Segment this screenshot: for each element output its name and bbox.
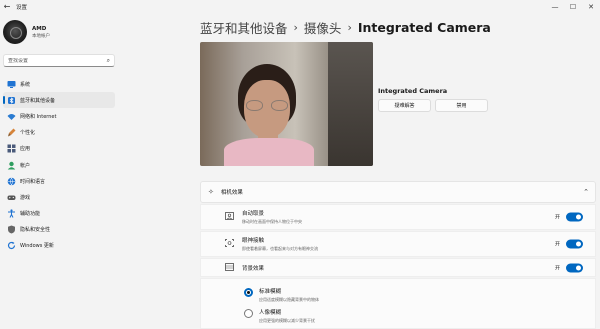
sidebar-nav: 系统 蓝牙和其他设备 网络和 Internet 个性化 应用 帐户 时间和语言 … (3, 76, 115, 254)
breadcrumb-separator: › (293, 21, 298, 34)
auto-framing-row: 自动取景 移动时在画面中保持人物位于中央 开 (200, 204, 596, 230)
sidebar-item-bluetooth-devices[interactable]: 蓝牙和其他设备 (3, 92, 115, 109)
search-box[interactable]: ⌕ (3, 54, 115, 67)
title-bar: ← 设置 — ☐ ✕ (0, 0, 600, 14)
sidebar-item-windows-update[interactable]: Windows 更新 (3, 238, 115, 254)
page-title: Integrated Camera (357, 20, 491, 35)
monitor-icon (7, 80, 16, 89)
background-options: 标准模糊 应用适度模糊以隐藏背景中的物体 人像模糊 应用更强的模糊以减少背景干扰 (200, 278, 596, 329)
sidebar-item-network[interactable]: 网络和 Internet (3, 108, 115, 124)
background-effects-title: 背景效果 (242, 265, 265, 272)
sidebar-item-accounts[interactable]: 帐户 (3, 157, 115, 173)
frame-icon (225, 212, 234, 222)
breadcrumb: 蓝牙和其他设备 › 摄像头 › Integrated Camera (200, 18, 491, 37)
globe-icon (7, 177, 16, 186)
sidebar-item-privacy[interactable]: 隐私和安全性 (3, 222, 115, 238)
portrait-blur-option[interactable]: 人像模糊 应用更强的模糊以减少背景干扰 (244, 308, 315, 324)
auto-framing-description: 移动时在画面中保持人物位于中央 (242, 219, 302, 224)
eye-contact-row: 眼神接触 即使看着屏幕，也看起来与对方有眼神交流 开 (200, 231, 596, 257)
search-input[interactable] (8, 57, 107, 64)
sidebar-item-apps[interactable]: 应用 (3, 141, 115, 157)
sidebar-item-label: 蓝牙和其他设备 (20, 97, 56, 104)
eye-contact-toggle-label: 开 (554, 241, 560, 248)
background-effects-toggle-label: 开 (554, 265, 560, 271)
sidebar-item-label: 游戏 (20, 194, 31, 201)
close-button[interactable]: ✕ (582, 0, 600, 14)
sidebar-item-label: Windows 更新 (20, 243, 54, 250)
sidebar-item-label: 应用 (20, 146, 31, 153)
profile-account-type: 本地帐户 (32, 33, 50, 39)
portrait-blur-description: 应用更强的模糊以减少背景干扰 (259, 318, 315, 323)
sidebar-item-label: 系统 (20, 81, 31, 88)
sidebar: AMD 本地帐户 ⌕ 系统 蓝牙和其他设备 网络和 Internet (0, 14, 118, 329)
standard-blur-title: 标准模糊 (259, 289, 282, 295)
sidebar-item-label: 网络和 Internet (20, 113, 57, 120)
auto-framing-toggle[interactable] (566, 212, 583, 222)
sidebar-item-label: 辅助功能 (20, 211, 41, 218)
apps-icon (7, 144, 16, 153)
sidebar-item-accessibility[interactable]: 辅助功能 (3, 206, 115, 222)
update-icon (7, 241, 16, 250)
background-effects-row: 背景效果 开 (200, 258, 596, 277)
accessibility-icon (7, 209, 16, 218)
camera-preview (200, 42, 373, 166)
sidebar-item-personalization[interactable]: 个性化 (3, 125, 115, 141)
background-effects-toggle[interactable] (566, 263, 583, 272)
eye-contact-icon (225, 239, 234, 249)
standard-blur-option[interactable]: 标准模糊 应用适度模糊以隐藏背景中的物体 (244, 287, 319, 303)
app-title: 设置 (16, 5, 28, 11)
auto-framing-title: 自动取景 (242, 211, 265, 217)
sidebar-item-gaming[interactable]: 游戏 (3, 189, 115, 205)
shield-icon (7, 225, 16, 234)
sidebar-item-time-language[interactable]: 时间和语言 (3, 173, 115, 189)
window-controls: — ☐ ✕ (546, 0, 600, 14)
user-profile[interactable]: AMD 本地帐户 (3, 20, 50, 44)
minimize-button[interactable]: — (546, 0, 564, 14)
eye-contact-title: 眼神接触 (242, 238, 265, 244)
camera-name: Integrated Camera (378, 87, 448, 95)
sidebar-item-label: 个性化 (20, 130, 36, 137)
portrait-blur-radio[interactable] (244, 309, 253, 318)
account-icon (7, 161, 16, 170)
back-button[interactable]: ← (0, 0, 14, 14)
camera-effects-header[interactable]: ✧ 相机效果 ⌃ (200, 181, 596, 203)
breadcrumb-cameras[interactable]: 摄像头 (304, 18, 342, 37)
standard-blur-radio[interactable] (244, 288, 253, 297)
maximize-button[interactable]: ☐ (564, 0, 582, 14)
breadcrumb-separator: › (347, 21, 352, 34)
background-icon (225, 262, 234, 273)
auto-framing-toggle-label: 开 (554, 214, 560, 221)
eye-contact-description: 即使看着屏幕，也看起来与对方有眼神交流 (242, 246, 318, 251)
gamepad-icon (7, 193, 16, 202)
profile-name: AMD (32, 25, 47, 32)
portrait-blur-title: 人像模糊 (259, 310, 282, 316)
avatar (3, 20, 27, 44)
standard-blur-description: 应用适度模糊以隐藏背景中的物体 (259, 297, 319, 302)
network-icon (7, 112, 16, 121)
search-icon[interactable]: ⌕ (107, 57, 110, 65)
breadcrumb-bluetooth-devices[interactable]: 蓝牙和其他设备 (200, 18, 288, 37)
bluetooth-icon (7, 96, 16, 105)
sidebar-item-label: 时间和语言 (20, 178, 46, 185)
camera-effects-title: 相机效果 (220, 190, 243, 196)
brush-icon (7, 128, 16, 137)
sidebar-item-label: 隐私和安全性 (20, 227, 51, 234)
sidebar-item-label: 帐户 (20, 162, 31, 169)
disable-button[interactable]: 禁用 (435, 99, 488, 112)
eye-contact-toggle[interactable] (566, 239, 583, 249)
sidebar-item-system[interactable]: 系统 (3, 76, 115, 92)
chevron-up-icon[interactable]: ⌃ (583, 188, 589, 196)
sparkle-icon: ✧ (208, 188, 214, 196)
troubleshoot-button[interactable]: 疑难解答 (378, 99, 431, 112)
